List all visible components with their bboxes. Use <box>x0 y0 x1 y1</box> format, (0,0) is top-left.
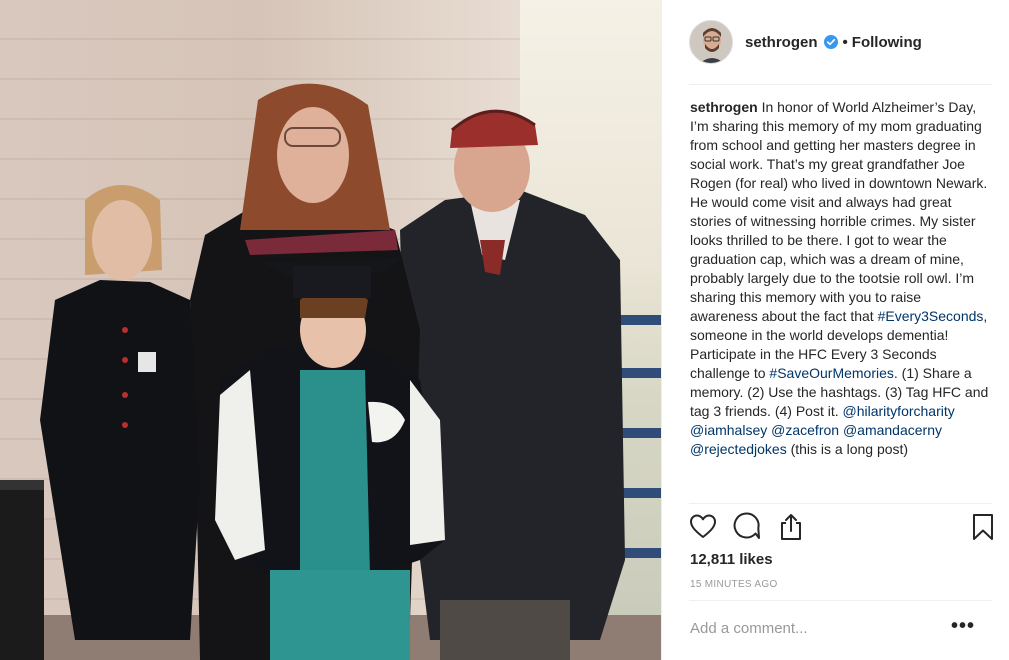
likes-count[interactable]: 12,811 likes <box>690 551 773 568</box>
caption-link[interactable]: #Every3Seconds <box>878 308 984 324</box>
header-username[interactable]: sethrogen <box>745 34 818 51</box>
post-header: sethrogen • Following <box>662 0 1009 84</box>
post-details-panel: sethrogen • Following sethrogen In honor… <box>661 0 1009 660</box>
caption-link[interactable]: @zacefron <box>771 422 839 438</box>
caption-link[interactable]: @rejectedjokes <box>690 441 787 457</box>
header-divider <box>689 84 992 85</box>
caption-body: In honor of World Alzheimer’s Day, I’m s… <box>690 99 988 457</box>
post-actions <box>689 512 994 542</box>
share-icon[interactable] <box>777 512 805 542</box>
photo-people <box>40 83 625 660</box>
header-separator: • <box>842 33 848 51</box>
verified-badge-icon <box>823 35 838 49</box>
comment-input[interactable] <box>690 620 940 637</box>
avatar[interactable] <box>689 20 733 64</box>
bookmark-icon[interactable] <box>969 512 997 542</box>
post-caption: sethrogen In honor of World Alzheimer’s … <box>690 98 990 459</box>
actions-divider <box>689 503 992 504</box>
heart-icon[interactable] <box>689 512 717 542</box>
caption-link[interactable]: #SaveOurMemories <box>769 365 894 381</box>
following-button[interactable]: Following <box>852 34 922 51</box>
post-photo[interactable] <box>0 0 661 660</box>
caption-username[interactable]: sethrogen <box>690 99 758 115</box>
comment-bubble-icon[interactable] <box>733 512 761 542</box>
comment-divider <box>689 600 992 601</box>
post-timestamp[interactable]: 15 MINUTES AGO <box>690 579 778 590</box>
caption-link[interactable]: @amandacerny <box>843 422 942 438</box>
more-options-icon[interactable]: ••• <box>948 615 978 643</box>
caption-text: (this is a long post) <box>786 441 909 457</box>
avatar-image <box>690 21 732 63</box>
caption-link[interactable]: @hilarityforcharity <box>843 403 955 419</box>
caption-link[interactable]: @iamhalsey <box>690 422 767 438</box>
caption-text: In honor of World Alzheimer’s Day, I’m s… <box>690 99 988 324</box>
